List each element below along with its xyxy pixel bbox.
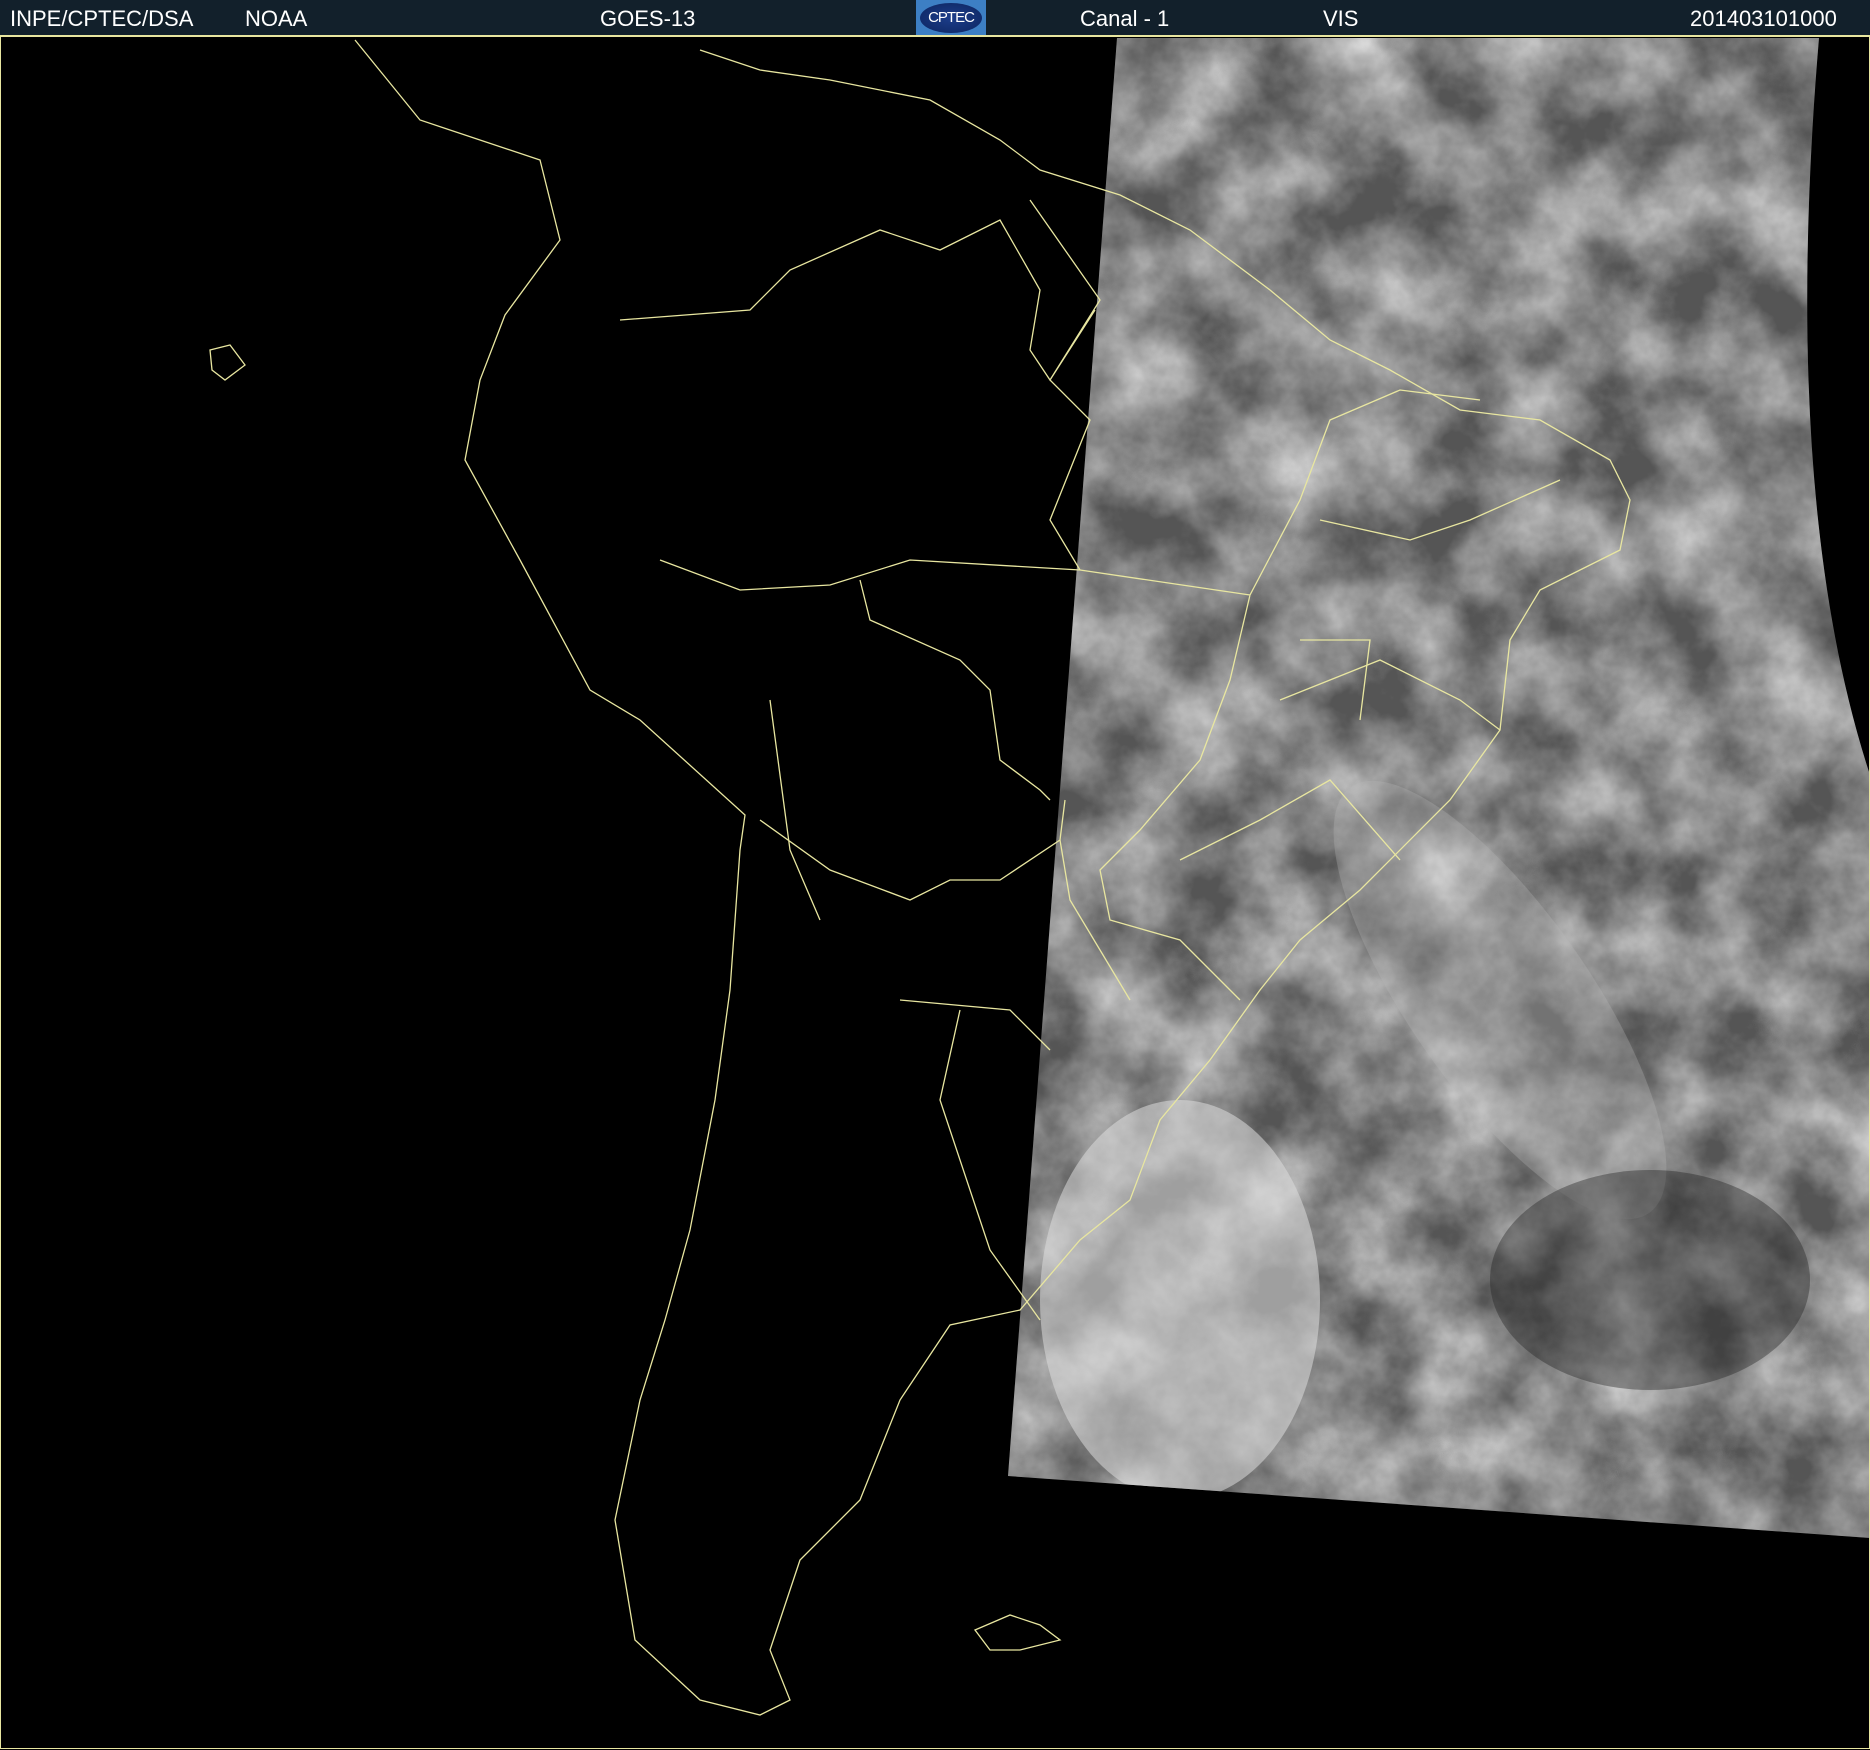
cptec-logo: CPTEC — [916, 0, 986, 35]
logo-text: CPTEC — [920, 2, 982, 33]
agency-label: NOAA — [245, 6, 308, 31]
band-label: VIS — [1323, 6, 1359, 31]
channel-label: Canal - 1 — [1080, 6, 1170, 31]
satellite-map — [209, 38, 1870, 1716]
satellite-label: GOES-13 — [600, 6, 696, 31]
satellite-swath — [1008, 38, 1870, 1538]
timestamp-label: 201403101000 — [1690, 6, 1837, 31]
galapagos-islands — [209, 344, 246, 381]
header-bar: INPE/CPTEC/DSA NOAA GOES-13 CPTEC Canal … — [0, 0, 1870, 37]
institution-label: INPE/CPTEC/DSA — [10, 6, 194, 31]
falkland-islands — [973, 1614, 1062, 1651]
